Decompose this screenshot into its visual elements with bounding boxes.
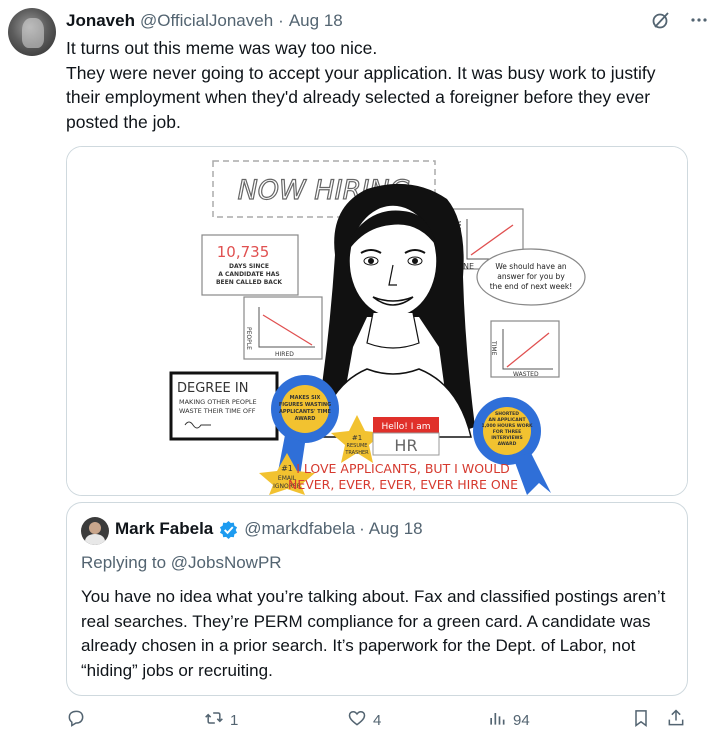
quote-separator: · bbox=[359, 519, 365, 538]
quote-author-name: Mark Fabela bbox=[115, 519, 214, 538]
author-handle[interactable]: @OfficialJonaveh bbox=[140, 11, 273, 31]
views-button[interactable]: 94 bbox=[487, 708, 530, 732]
like-count: 4 bbox=[373, 711, 382, 729]
caption-line-1: I LOVE APPLICANTS, BUT I WOULD bbox=[296, 461, 510, 476]
retweet-button[interactable]: 1 bbox=[204, 708, 238, 732]
quote-author-handle: @markdfabela bbox=[244, 519, 356, 538]
ribbon-left-3: APPLICANTS' TIME bbox=[279, 409, 331, 415]
ribbon-right-4: FOR THREE bbox=[493, 429, 521, 435]
degree-line-2: WASTE THEIR TIME OFF bbox=[179, 407, 256, 415]
views-icon bbox=[487, 708, 507, 732]
email-line-1: #1 bbox=[281, 464, 293, 473]
ribbon-right-1: SHORTED bbox=[495, 411, 519, 417]
svg-text:We should have an: We should have an bbox=[495, 262, 567, 271]
quoted-tweet[interactable]: Mark Fabela @markdfabela · Aug 18 Replyi… bbox=[66, 502, 688, 696]
svg-text:the end of next week!: the end of next week! bbox=[490, 282, 573, 291]
name-tag-hello: Hello! I am bbox=[381, 422, 430, 432]
separator: · bbox=[278, 11, 284, 30]
wasted-label: WASTED bbox=[513, 371, 539, 378]
people-label: PEOPLE bbox=[245, 327, 252, 350]
tweet-header: Jonaveh @OfficialJonaveh · Aug 18 bbox=[66, 10, 709, 32]
resume-line-2: RESUME bbox=[347, 443, 368, 449]
hired-label: HIRED bbox=[275, 351, 294, 358]
caption-line-2: NEVER, EVER, EVER, EVER HIRE ONE bbox=[288, 477, 518, 492]
time-wasted-note: TIME WASTED bbox=[490, 320, 560, 378]
reply-icon bbox=[66, 708, 86, 732]
quote-avatar[interactable] bbox=[81, 517, 109, 545]
tweet-date[interactable]: Aug 18 bbox=[289, 11, 343, 31]
views-count: 94 bbox=[513, 711, 530, 729]
time-label: TIME bbox=[490, 340, 497, 356]
resume-line-1: #1 bbox=[352, 434, 362, 442]
ribbon-right-6: AWARD bbox=[498, 441, 517, 447]
days-counter-note: 10,735 DAYS SINCE A CANDIDATE HAS BEEN C… bbox=[201, 234, 299, 296]
svg-text:answer for you by: answer for you by bbox=[497, 272, 565, 281]
grok-icon[interactable] bbox=[651, 10, 671, 35]
degree-line-1: MAKING OTHER PEOPLE bbox=[179, 398, 257, 406]
days-caption-2: A CANDIDATE HAS bbox=[218, 271, 279, 278]
resume-line-3: TRASHER bbox=[344, 450, 369, 456]
days-caption-3: BEEN CALLED BACK bbox=[216, 279, 282, 286]
retweet-count: 1 bbox=[230, 711, 239, 729]
bookmark-button[interactable] bbox=[631, 708, 651, 732]
verified-badge-icon bbox=[219, 520, 238, 539]
ribbon-left-4: AWARD bbox=[295, 416, 316, 422]
retweet-icon bbox=[204, 708, 224, 732]
ribbon-left-2: FIGURES WASTING bbox=[279, 402, 331, 408]
ribbon-right-5: INTERVIEWS bbox=[491, 435, 523, 441]
ribbon-left-1: MAKES SIX bbox=[290, 395, 321, 401]
meme-image[interactable]: NOW HIRING 10,735 DAYS SINCE A CANDIDATE… bbox=[66, 146, 688, 496]
bookmark-icon bbox=[631, 708, 651, 732]
quote-text: You have no idea what you’re talking abo… bbox=[81, 587, 666, 680]
ribbon-right-2: AN APPLICANT bbox=[488, 417, 526, 423]
degree-title: DEGREE IN bbox=[177, 381, 248, 396]
hired-chart-note: PEOPLE HIRED bbox=[243, 296, 323, 360]
degree-certificate: DEGREE IN MAKING OTHER PEOPLE WASTE THEI… bbox=[169, 371, 279, 441]
share-button[interactable] bbox=[666, 708, 686, 732]
replying-to: Replying to @JobsNowPR bbox=[81, 553, 282, 572]
name-tag-hr: HR bbox=[394, 436, 417, 455]
like-button[interactable]: 4 bbox=[347, 708, 381, 732]
reply-button[interactable] bbox=[66, 708, 92, 732]
ne-label: NE bbox=[463, 262, 474, 271]
avatar[interactable] bbox=[8, 8, 56, 56]
speech-bubble: We should have an answer for you by the … bbox=[476, 248, 586, 306]
more-icon[interactable] bbox=[689, 10, 709, 35]
hr-woman-illustration bbox=[315, 183, 475, 438]
share-icon bbox=[666, 708, 686, 732]
action-bar: 1 4 94 bbox=[66, 708, 690, 734]
heart-icon bbox=[347, 708, 367, 732]
days-number: 10,735 bbox=[217, 243, 270, 261]
tweet-text: It turns out this meme was way too nice.… bbox=[66, 38, 656, 132]
author-name[interactable]: Jonaveh bbox=[66, 11, 135, 31]
quote-date: Aug 18 bbox=[368, 519, 423, 538]
hr-name-tag: Hello! I am HR bbox=[372, 417, 440, 456]
days-caption-1: DAYS SINCE bbox=[229, 263, 269, 270]
ribbon-right-3: 1,000 HOURS WORK bbox=[481, 423, 533, 429]
